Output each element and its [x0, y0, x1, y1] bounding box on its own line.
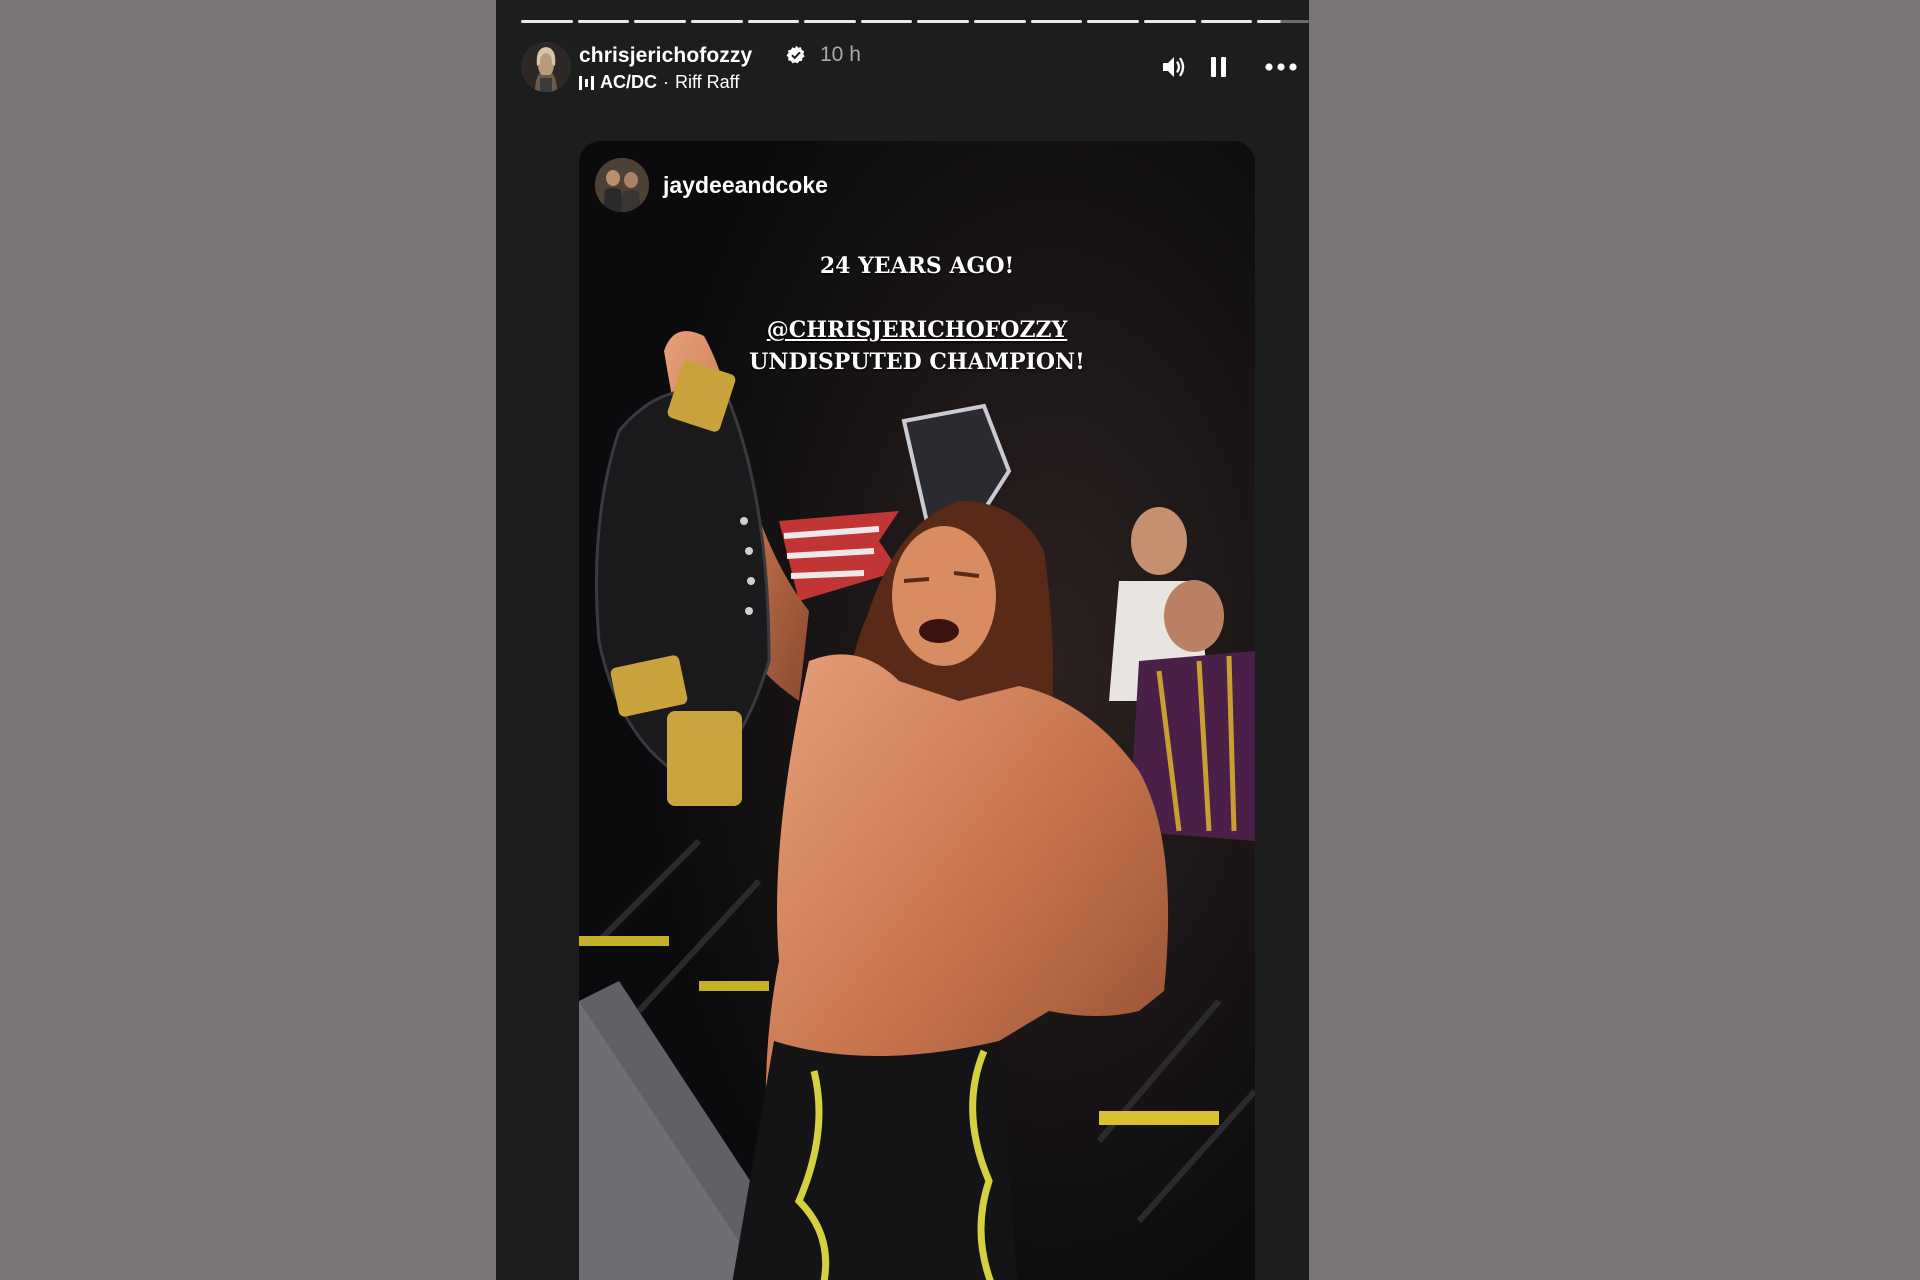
- shared-post-card[interactable]: jaydeeandcoke 24 YEARS AGO! @CHRISJERICH…: [579, 141, 1255, 1280]
- progress-segment: [690, 20, 743, 23]
- progress-segment: [521, 20, 573, 23]
- music-info[interactable]: AC/DC · Riff Raff: [579, 72, 739, 93]
- progress-segment: [917, 20, 970, 23]
- progress-segment: [747, 20, 800, 23]
- progress-segment: [1200, 20, 1253, 23]
- music-separator: ·: [663, 72, 669, 92]
- progress-segment: [1144, 20, 1196, 23]
- story-header: chrisjerichofozzy 10 h AC/DC · Riff Raff: [521, 42, 1301, 94]
- verified-badge-icon: [786, 45, 806, 65]
- music-artist: AC/DC: [600, 72, 657, 92]
- caption-line: 24 YEARS AGO!: [819, 253, 1015, 279]
- progress-segment: [577, 20, 630, 23]
- story-viewer[interactable]: chrisjerichofozzy 10 h AC/DC · Riff Raff: [496, 0, 1309, 1280]
- music-track: Riff Raff: [675, 72, 740, 92]
- pause-icon[interactable]: [1207, 52, 1231, 87]
- progress-segment-active: [1257, 20, 1309, 23]
- caption-mention-link[interactable]: @CHRISJERICHOFOZZY: [579, 317, 1255, 343]
- progress-segment: [974, 20, 1026, 23]
- username[interactable]: chrisjerichofozzy: [579, 44, 752, 68]
- progress-segment: [860, 20, 913, 23]
- progress-segment: [804, 20, 856, 23]
- more-dots-icon[interactable]: [1264, 52, 1298, 87]
- shared-post-username[interactable]: jaydeeandcoke: [663, 172, 828, 199]
- story-time-ago: 10 h: [820, 43, 861, 66]
- avatar[interactable]: [521, 42, 571, 92]
- progress-segment: [1087, 20, 1140, 23]
- speaker-icon[interactable]: [1159, 52, 1189, 87]
- progress-segment: [634, 20, 686, 23]
- story-progress-bar: [521, 20, 1309, 23]
- progress-segment: [1030, 20, 1083, 23]
- post-photo: [579, 141, 1255, 1280]
- shared-post-header: jaydeeandcoke: [595, 157, 828, 213]
- shared-post-avatar[interactable]: [595, 158, 649, 212]
- audio-bars-icon: [579, 75, 594, 91]
- caption-line: UNDISPUTED CHAMPION!: [749, 349, 1085, 375]
